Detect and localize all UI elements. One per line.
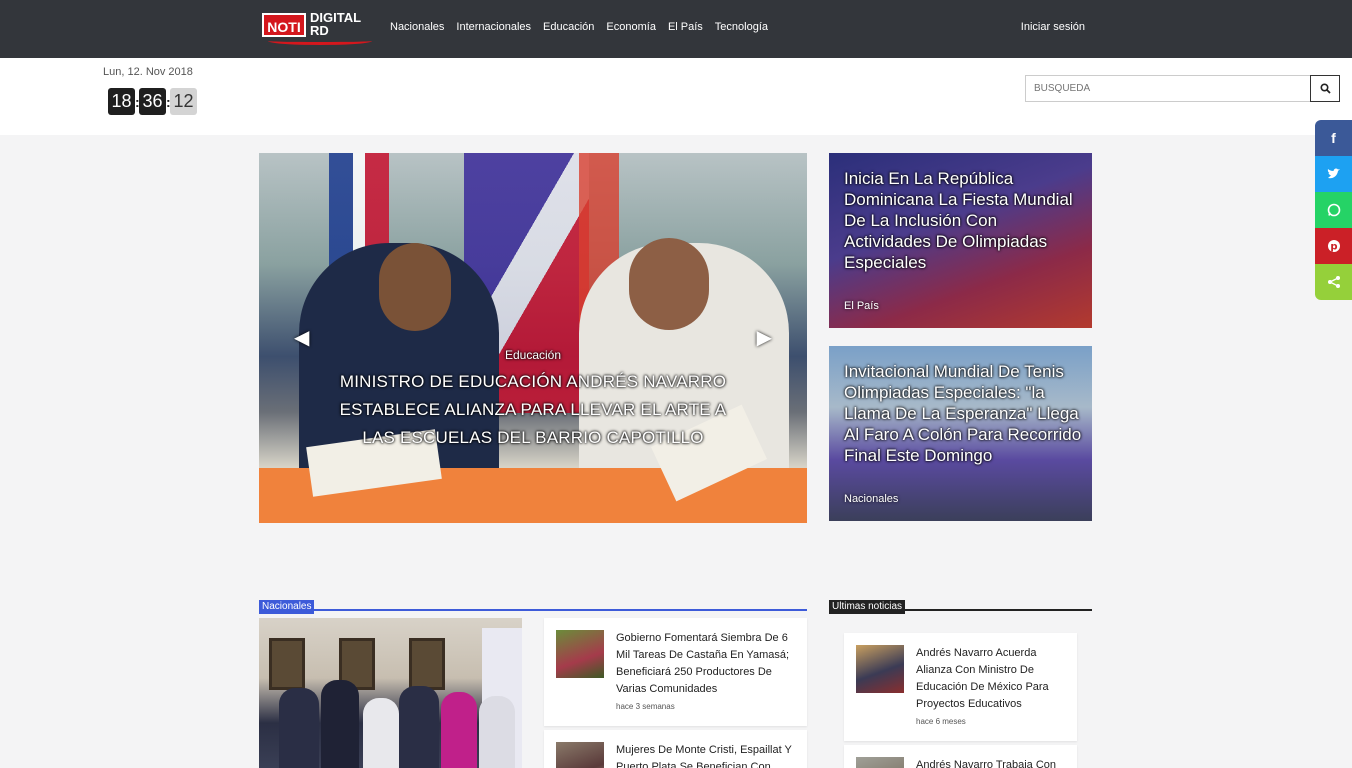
hero-category[interactable]: Educación [339, 348, 727, 362]
hero-image-head [379, 243, 451, 331]
section-label: Ultimas noticias [829, 600, 906, 614]
logo-digital: DIGITAL RD [310, 11, 361, 37]
news-time: hace 6 meses [916, 717, 966, 726]
hero-carousel[interactable]: ◀ ▶ Educación MINISTRO DE EDUCACIÓN ANDR… [259, 153, 807, 523]
header-band: Lun, 12. Nov 2018 18 : 36 : 12 [0, 58, 1352, 135]
image-person [321, 680, 359, 768]
main-nav: Nacionales Internacionales Educación Eco… [390, 21, 768, 33]
search-button[interactable] [1310, 75, 1340, 102]
news-list-item[interactable]: Mujeres De Monte Cristi, Espaillat Y Pue… [544, 730, 807, 768]
news-thumbnail[interactable] [856, 645, 904, 693]
search-input[interactable] [1025, 75, 1311, 102]
nav-link-internacionales[interactable]: Internacionales [456, 21, 531, 33]
news-thumbnail[interactable] [556, 742, 604, 768]
image-person [279, 688, 319, 768]
nav-link-el-pais[interactable]: El País [668, 21, 703, 33]
whatsapp-icon [1327, 203, 1340, 217]
news-thumbnail[interactable] [556, 630, 604, 678]
carousel-next-arrow-icon[interactable]: ▶ [757, 325, 772, 350]
section-header-nacionales: Nacionales [259, 596, 807, 614]
clock-minutes: 36 [139, 88, 166, 115]
image-frame [269, 638, 305, 690]
image-person [399, 686, 439, 768]
news-list-item[interactable]: Gobierno Fomentará Siembra De 6 Mil Tare… [544, 618, 807, 726]
nacionales-lead-image[interactable] [259, 618, 522, 768]
featured-card-category[interactable]: El País [844, 300, 879, 312]
current-date: Lun, 12. Nov 2018 [103, 66, 193, 78]
nav-link-tecnologia[interactable]: Tecnología [715, 21, 768, 33]
logo-rd-text: RD [310, 23, 329, 38]
svg-text:p: p [1330, 242, 1337, 253]
hero-title[interactable]: MINISTRO DE EDUCACIÓN ANDRÉS NAVARRO EST… [339, 368, 727, 452]
facebook-share-button[interactable]: f [1315, 120, 1352, 156]
latest-news-item[interactable]: Andrés Navarro Acuerda Alianza Con Minis… [844, 633, 1077, 741]
share-sidebar: f p [1315, 120, 1352, 300]
latest-news-item[interactable]: Andrés Navarro Trabaja Con [844, 745, 1077, 768]
site-logo[interactable]: NOTI DIGITAL RD [262, 11, 374, 47]
login-link[interactable]: Iniciar sesión [1021, 21, 1085, 33]
pinterest-share-button[interactable]: p [1315, 228, 1352, 264]
twitter-icon [1327, 168, 1340, 179]
carousel-prev-arrow-icon[interactable]: ◀ [294, 325, 309, 350]
digital-clock: 18 : 36 : 12 [108, 88, 197, 115]
featured-card[interactable]: Inicia En La República Dominicana La Fie… [829, 153, 1092, 328]
featured-card-category[interactable]: Nacionales [844, 493, 898, 505]
image-frame [409, 638, 445, 690]
nav-link-nacionales[interactable]: Nacionales [390, 21, 444, 33]
section-label[interactable]: Nacionales [259, 600, 315, 614]
share-button[interactable] [1315, 264, 1352, 300]
news-thumbnail[interactable] [856, 757, 904, 768]
nav-link-educacion[interactable]: Educación [543, 21, 594, 33]
news-title[interactable]: Andrés Navarro Acuerda Alianza Con Minis… [916, 645, 1066, 713]
featured-card-title[interactable]: Invitacional Mundial De Tenis Olimpiadas… [844, 361, 1084, 466]
logo-noti: NOTI [262, 13, 306, 37]
clock-seconds: 12 [170, 88, 197, 115]
news-time: hace 3 semanas [616, 702, 675, 711]
logo-swoosh [268, 37, 372, 45]
featured-card-title[interactable]: Inicia En La República Dominicana La Fie… [844, 168, 1084, 273]
section-header-ultimas: Ultimas noticias [829, 596, 1092, 614]
clock-hours: 18 [108, 88, 135, 115]
share-icon [1327, 276, 1340, 288]
nav-link-economia[interactable]: Economía [606, 21, 656, 33]
featured-card[interactable]: Invitacional Mundial De Tenis Olimpiadas… [829, 346, 1092, 521]
hero-image-head [629, 238, 709, 330]
image-person [441, 692, 477, 768]
twitter-share-button[interactable] [1315, 156, 1352, 192]
hero-caption: Educación MINISTRO DE EDUCACIÓN ANDRÉS N… [339, 348, 727, 452]
image-person [363, 698, 399, 768]
whatsapp-share-button[interactable] [1315, 192, 1352, 228]
news-title[interactable]: Gobierno Fomentará Siembra De 6 Mil Tare… [616, 630, 796, 698]
search-icon [1319, 83, 1331, 94]
facebook-icon: f [1331, 130, 1336, 146]
news-title[interactable]: Mujeres De Monte Cristi, Espaillat Y Pue… [616, 742, 796, 768]
top-navbar: NOTI DIGITAL RD Nacionales Internacional… [0, 0, 1352, 58]
image-person [479, 696, 515, 768]
pinterest-icon: p [1327, 240, 1340, 253]
news-title[interactable]: Andrés Navarro Trabaja Con [916, 757, 1066, 768]
